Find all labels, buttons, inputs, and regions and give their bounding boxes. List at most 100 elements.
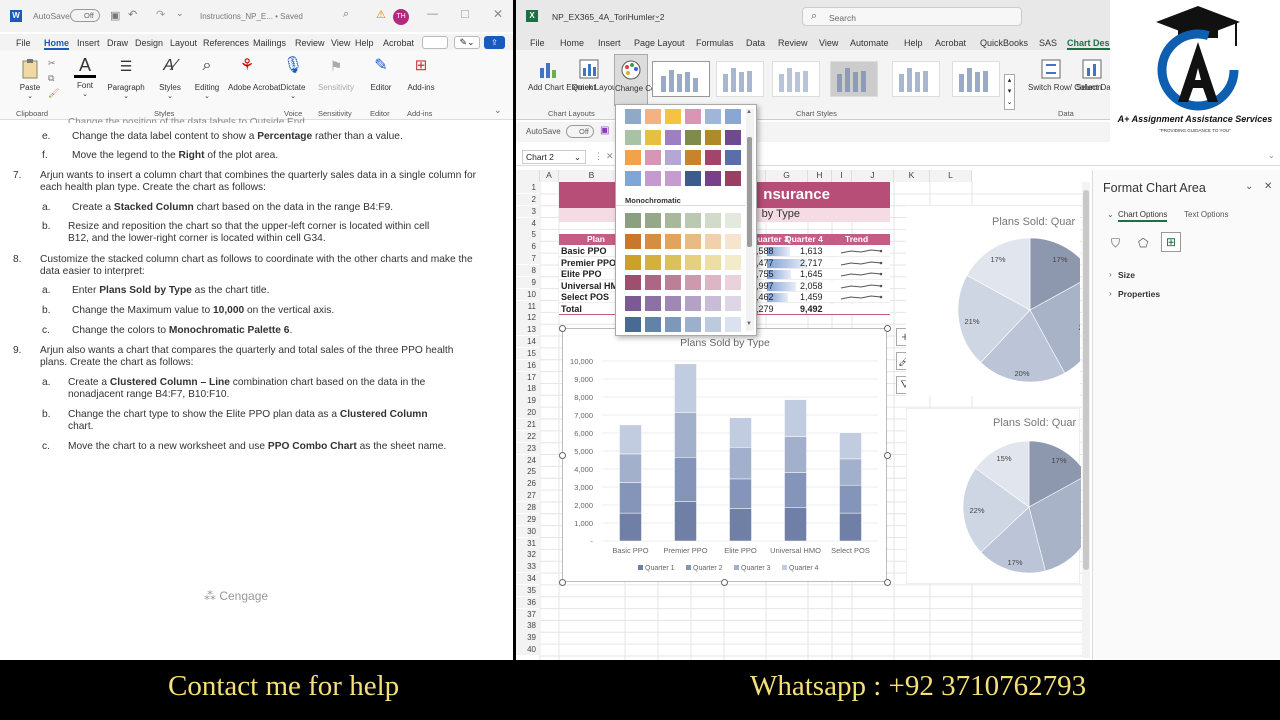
row-header-14[interactable]: 14 [516,336,540,348]
excel-tab-home[interactable]: Home [560,38,584,48]
monochromatic-palette-swatch[interactable] [645,275,661,291]
excel-tab-data[interactable]: Data [746,38,765,48]
row-header-3[interactable]: 3 [516,205,540,217]
dictate-button[interactable]: 🎙 Dictate ⌄ [278,58,308,101]
monochromatic-palette-swatch[interactable] [685,254,701,270]
colorful-palette-swatch[interactable] [625,109,641,124]
maximize-icon[interactable]: ☐ [460,8,470,21]
tab-home[interactable]: Home [44,38,70,50]
row-header-34[interactable]: 34 [516,573,540,585]
row-header-1[interactable]: 1 [516,182,540,194]
row-header-5[interactable]: 5 [516,229,540,241]
quick-layout-button[interactable]: Quick Layout [572,58,619,93]
row-header-6[interactable]: 6 [516,241,540,253]
editor-button[interactable]: ✎ Editor [366,58,396,93]
colorful-palette-swatch[interactable] [665,129,681,145]
excel-tab-help[interactable]: Help [904,38,923,48]
colorful-palette-swatch[interactable] [665,150,681,165]
row-header-8[interactable]: 8 [516,264,540,277]
colorful-palette-swatch[interactable] [665,170,681,186]
column-header-L[interactable]: L [930,170,972,182]
search-icon[interactable]: ⌕ [343,8,349,21]
tab-references[interactable]: References [203,38,249,48]
colorful-palette-swatch[interactable] [685,150,701,165]
scroll-up-icon[interactable]: ▲ [746,109,752,115]
row-header-13[interactable]: 13 [516,324,540,336]
name-box[interactable]: Chart 2 ⌄ [522,150,586,164]
colorful-palette-swatch[interactable] [645,109,661,124]
monochromatic-palette-swatch[interactable] [685,233,701,249]
monochromatic-palette-swatch[interactable] [625,254,641,270]
dropdown-scrollbar[interactable]: ▲ ▼ [746,109,754,331]
monochromatic-palette-swatch[interactable] [665,233,681,249]
excel-tab-formulas[interactable]: Formulas [696,38,734,48]
monochromatic-palette-swatch[interactable] [665,275,681,291]
tab-chart-options[interactable]: Chart Options [1118,210,1168,222]
cut-icon[interactable]: ✂ [48,58,56,69]
monochromatic-palette-swatch[interactable] [685,317,701,332]
row-header-38[interactable]: 38 [516,620,540,632]
monochromatic-palette-swatch[interactable] [645,233,661,249]
row-header-19[interactable]: 19 [516,395,540,407]
addins-button[interactable]: ⊞ Add-ins [404,58,438,93]
row-header-2[interactable]: 2 [516,193,540,206]
row-header-29[interactable]: 29 [516,513,540,526]
paragraph-button[interactable]: ☰ Paragraph ⌄ [106,58,146,100]
effects-icon[interactable]: ⬠ [1138,236,1148,250]
chart-style-6[interactable] [952,61,1000,97]
monochromatic-palette-swatch[interactable] [625,275,641,291]
colorful-palette-swatch[interactable] [725,129,741,145]
colorful-palette-swatch[interactable] [625,170,641,186]
row-header-25[interactable]: 25 [516,466,540,478]
monochromatic-palette-swatch[interactable] [645,296,661,312]
copy-icon[interactable]: ⧉ [48,73,54,84]
row-header-15[interactable]: 15 [516,347,540,360]
scrollbar-thumb[interactable] [1083,190,1089,570]
monochromatic-palette-swatch[interactable] [625,233,641,249]
select-data-button[interactable]: Select Data [1076,58,1117,93]
row-header-39[interactable]: 39 [516,632,540,644]
row-header-27[interactable]: 27 [516,490,540,502]
colorful-palette-swatch[interactable] [725,150,741,165]
customize-icon[interactable]: ⌄ [176,8,184,19]
resize-handle[interactable] [559,579,566,586]
monochromatic-palette-swatch[interactable] [665,296,681,312]
monochromatic-palette-swatch[interactable] [685,213,701,228]
resize-handle[interactable] [884,325,891,332]
resize-handle[interactable] [884,579,891,586]
monochromatic-palette-swatch[interactable] [645,254,661,270]
tab-help[interactable]: Help [355,38,374,48]
size-section[interactable]: Size [1118,270,1135,280]
monochromatic-palette-swatch[interactable] [725,296,741,312]
row-header-40[interactable]: 40 [516,644,540,656]
tab-file[interactable]: File [16,38,31,48]
resize-handle[interactable] [884,452,891,459]
colorful-palette-swatch[interactable] [685,170,701,186]
vertical-scrollbar[interactable] [1082,182,1090,658]
font-button[interactable]: A Font ⌄ [72,56,98,98]
excel-tab-sas[interactable]: SAS [1039,38,1057,48]
share-icon[interactable]: ⇪ [484,36,505,49]
close-icon[interactable]: ✕ [493,7,503,21]
monochromatic-palette-swatch[interactable] [705,317,721,332]
monochromatic-palette-swatch[interactable] [705,254,721,270]
editing-button[interactable]: ⌕ Editing ⌄ [192,58,222,101]
colorful-palette-swatch[interactable] [665,109,681,124]
row-header-10[interactable]: 10 [516,288,540,300]
tab-review[interactable]: Review [295,38,325,48]
formula-bar-menu-icon[interactable]: ⋮ [594,151,603,162]
excel-tab-view[interactable]: View [819,38,838,48]
title-dropdown-icon[interactable]: ⌄ [654,11,661,20]
monochromatic-palette-swatch[interactable] [705,233,721,249]
paste-button[interactable]: Paste ⌄ [18,58,42,100]
row-header-22[interactable]: 22 [516,430,540,443]
row-header-24[interactable]: 24 [516,454,540,466]
row-header-16[interactable]: 16 [516,359,540,372]
chart-style-4[interactable] [830,61,878,97]
tab-text-options[interactable]: Text Options [1184,210,1228,219]
row-header-33[interactable]: 33 [516,561,540,573]
colorful-palette-swatch[interactable] [725,109,741,124]
cancel-formula-icon[interactable]: ✕ [606,151,614,162]
excel-autosave-toggle[interactable]: Off [566,125,594,138]
sensitivity-button[interactable]: ⚑ Sensitivity [316,58,356,92]
